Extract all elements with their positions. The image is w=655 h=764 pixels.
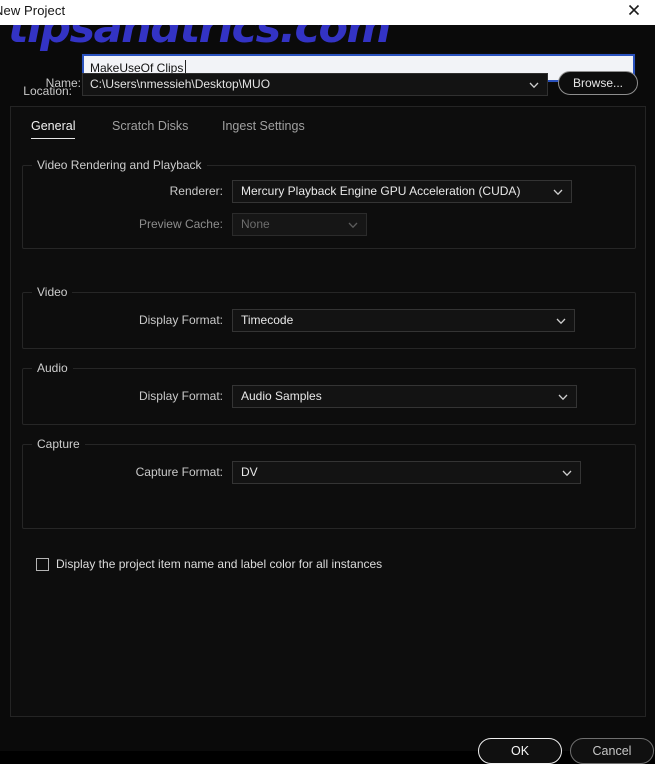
capture-format-dropdown[interactable]: DV: [232, 461, 581, 484]
audio-display-format-dropdown[interactable]: Audio Samples: [232, 385, 577, 408]
preview-cache-value: None: [241, 217, 270, 231]
location-value: C:\Users\nmessieh\Desktop\MUO: [90, 77, 271, 91]
video-display-format-value: Timecode: [241, 313, 294, 327]
group-video-rendering-and-playback: Video Rendering and Playback Renderer: M…: [22, 158, 636, 249]
chevron-down-icon: [347, 219, 359, 231]
group-audio: Audio Display Format: Audio Samples: [22, 361, 636, 425]
group-title-video-rendering: Video Rendering and Playback: [32, 158, 207, 172]
video-display-format-dropdown[interactable]: Timecode: [232, 309, 575, 332]
renderer-value: Mercury Playback Engine GPU Acceleration…: [241, 184, 521, 198]
new-project-dialog: Name: MakeUseOf Clips Location: C:\Users…: [0, 25, 655, 764]
chevron-down-icon: [552, 186, 564, 198]
location-dropdown[interactable]: C:\Users\nmessieh\Desktop\MUO: [82, 73, 548, 96]
group-capture: Capture Capture Format: DV: [22, 437, 636, 529]
renderer-dropdown[interactable]: Mercury Playback Engine GPU Acceleration…: [232, 180, 572, 203]
group-title-video: Video: [32, 285, 73, 299]
ok-button[interactable]: OK: [478, 738, 562, 764]
preview-cache-label: Preview Cache:: [138, 217, 223, 231]
display-project-item-name-label: Display the project item name and label …: [56, 557, 383, 571]
group-title-audio: Audio: [32, 361, 73, 375]
group-title-capture: Capture: [32, 437, 85, 451]
capture-format-label: Capture Format:: [135, 465, 223, 479]
preview-cache-dropdown: None: [232, 213, 367, 236]
window-title: New Project: [0, 3, 66, 18]
cancel-button[interactable]: Cancel: [570, 738, 654, 764]
audio-display-format-label: Display Format:: [138, 389, 223, 403]
audio-display-format-value: Audio Samples: [241, 389, 322, 403]
chevron-down-icon: [557, 391, 569, 403]
chevron-down-icon: [528, 79, 540, 91]
tab-scratch-disks[interactable]: Scratch Disks: [112, 119, 188, 133]
browse-button[interactable]: Browse...: [558, 71, 638, 95]
chevron-down-icon: [555, 315, 567, 327]
tab-ingest-settings[interactable]: Ingest Settings: [222, 119, 305, 133]
display-project-item-name-checkbox[interactable]: [36, 558, 49, 571]
capture-format-value: DV: [241, 465, 258, 479]
chevron-down-icon: [561, 467, 573, 479]
location-label: Location:: [23, 84, 72, 98]
video-display-format-label: Display Format:: [138, 313, 223, 327]
tab-general[interactable]: General: [31, 119, 76, 139]
group-video: Video Display Format: Timecode: [22, 285, 636, 349]
close-icon[interactable]: [625, 1, 643, 19]
settings-panel: General Scratch Disks Ingest Settings Vi…: [10, 106, 646, 717]
window-titlebar: New Project: [0, 0, 655, 25]
renderer-label: Renderer:: [169, 184, 223, 198]
